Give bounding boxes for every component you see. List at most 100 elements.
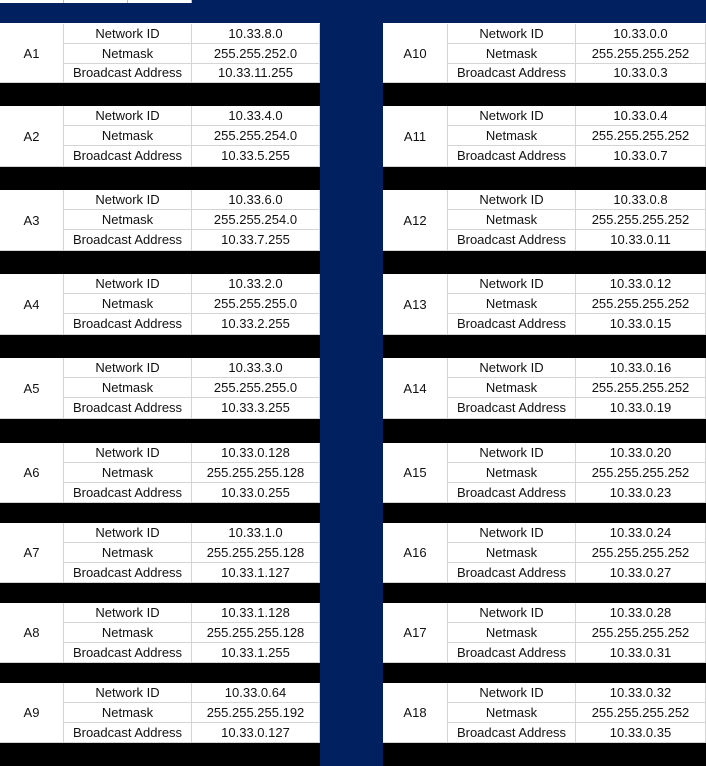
field-value-cell-network[interactable]: 10.33.0.128 (192, 443, 320, 463)
field-label-cell-netmask[interactable]: Netmask (448, 378, 576, 398)
field-value-cell-netmask[interactable]: 255.255.255.0 (192, 294, 320, 314)
field-value-cell-broadcast[interactable]: 10.33.5.255 (192, 146, 320, 167)
field-value-cell-network[interactable]: 10.33.0.20 (576, 443, 706, 463)
field-value-cell-broadcast[interactable]: 10.33.1.127 (192, 563, 320, 583)
field-value-cell-network[interactable]: 10.33.0.12 (576, 274, 706, 294)
field-label-cell-network[interactable]: Network ID (448, 603, 576, 623)
field-label-cell-netmask[interactable]: Netmask (448, 463, 576, 483)
field-value-cell-netmask[interactable]: 255.255.255.252 (576, 210, 706, 230)
subnet-id-cell[interactable]: A16 (383, 523, 448, 583)
field-label-cell-network[interactable]: Network ID (448, 523, 576, 543)
field-value-cell-broadcast[interactable]: 10.33.0.255 (192, 483, 320, 503)
field-value-cell-netmask[interactable]: 255.255.255.252 (576, 378, 706, 398)
subnet-id-cell[interactable]: A13 (383, 274, 448, 335)
field-value-cell-network[interactable]: 10.33.0.8 (576, 190, 706, 210)
field-value-cell-broadcast[interactable]: 10.33.1.255 (192, 643, 320, 663)
field-value-cell-broadcast[interactable]: 10.33.7.255 (192, 230, 320, 251)
field-label-cell-broadcast[interactable]: Broadcast Address (448, 723, 576, 743)
field-label-cell-network[interactable]: Network ID (64, 358, 192, 378)
field-value-cell-netmask[interactable]: 255.255.255.252 (576, 623, 706, 643)
field-label-cell-broadcast[interactable]: Broadcast Address (448, 230, 576, 251)
subnet-id-cell[interactable]: A4 (0, 274, 64, 335)
field-label-cell-broadcast[interactable]: Broadcast Address (64, 483, 192, 503)
field-label-cell-network[interactable]: Network ID (448, 443, 576, 463)
subnet-id-cell[interactable]: A14 (383, 358, 448, 419)
field-label-cell-broadcast[interactable]: Broadcast Address (448, 483, 576, 503)
field-label-cell-network[interactable]: Network ID (448, 190, 576, 210)
subnet-id-cell[interactable]: A9 (0, 683, 64, 743)
field-label-cell-network[interactable]: Network ID (64, 603, 192, 623)
field-label-cell-netmask[interactable]: Netmask (448, 210, 576, 230)
subnet-id-cell[interactable]: A18 (383, 683, 448, 743)
field-value-cell-broadcast[interactable]: 10.33.0.23 (576, 483, 706, 503)
field-label-cell-netmask[interactable]: Netmask (448, 623, 576, 643)
field-label-cell-broadcast[interactable]: Broadcast Address (448, 643, 576, 663)
field-value-cell-broadcast[interactable]: 10.33.2.255 (192, 314, 320, 335)
field-label-cell-network[interactable]: Network ID (64, 443, 192, 463)
field-value-cell-network[interactable]: 10.33.0.16 (576, 358, 706, 378)
field-value-cell-network[interactable]: 10.33.0.0 (576, 24, 706, 44)
field-label-cell-netmask[interactable]: Netmask (64, 126, 192, 146)
field-label-cell-network[interactable]: Network ID (448, 274, 576, 294)
field-value-cell-network[interactable]: 10.33.0.4 (576, 106, 706, 126)
field-value-cell-broadcast[interactable]: 10.33.0.27 (576, 563, 706, 583)
field-label-cell-broadcast[interactable]: Broadcast Address (64, 723, 192, 743)
field-value-cell-network[interactable]: 10.33.3.0 (192, 358, 320, 378)
field-label-cell-network[interactable]: Network ID (64, 274, 192, 294)
field-value-cell-network[interactable]: 10.33.6.0 (192, 190, 320, 210)
field-value-cell-broadcast[interactable]: 10.33.0.31 (576, 643, 706, 663)
field-label-cell-netmask[interactable]: Netmask (448, 543, 576, 563)
field-value-cell-netmask[interactable]: 255.255.255.252 (576, 294, 706, 314)
field-value-cell-broadcast[interactable]: 10.33.3.255 (192, 398, 320, 419)
field-value-cell-network[interactable]: 10.33.0.24 (576, 523, 706, 543)
subnet-id-cell[interactable]: A12 (383, 190, 448, 251)
subnet-id-cell[interactable]: A8 (0, 603, 64, 663)
field-label-cell-broadcast[interactable]: Broadcast Address (448, 398, 576, 419)
subnet-id-cell[interactable]: A3 (0, 190, 64, 251)
field-label-cell-netmask[interactable]: Netmask (64, 294, 192, 314)
field-value-cell-network[interactable]: 10.33.0.64 (192, 683, 320, 703)
field-label-cell-broadcast[interactable]: Broadcast Address (64, 146, 192, 167)
subnet-id-cell[interactable]: A7 (0, 523, 64, 583)
field-label-cell-broadcast[interactable]: Broadcast Address (448, 314, 576, 335)
subnet-id-cell[interactable]: A15 (383, 443, 448, 503)
subnet-id-cell[interactable]: A1 (0, 24, 64, 83)
field-value-cell-netmask[interactable]: 255.255.255.128 (192, 543, 320, 563)
field-label-cell-netmask[interactable]: Netmask (64, 378, 192, 398)
field-value-cell-broadcast[interactable]: 10.33.0.127 (192, 723, 320, 743)
field-value-cell-netmask[interactable]: 255.255.255.252 (576, 126, 706, 146)
field-value-cell-network[interactable]: 10.33.8.0 (192, 24, 320, 44)
field-label-cell-network[interactable]: Network ID (64, 523, 192, 543)
subnet-id-cell[interactable]: A10 (383, 24, 448, 83)
field-label-cell-broadcast[interactable]: Broadcast Address (448, 64, 576, 83)
field-value-cell-broadcast[interactable]: 10.33.0.11 (576, 230, 706, 251)
subnet-id-cell[interactable]: A6 (0, 443, 64, 503)
subnet-id-cell[interactable]: A2 (0, 106, 64, 167)
field-label-cell-network[interactable]: Network ID (64, 683, 192, 703)
field-value-cell-network[interactable]: 10.33.4.0 (192, 106, 320, 126)
field-label-cell-network[interactable]: Network ID (448, 358, 576, 378)
field-value-cell-netmask[interactable]: 255.255.255.252 (576, 44, 706, 64)
field-value-cell-netmask[interactable]: 255.255.255.192 (192, 703, 320, 723)
field-label-cell-network[interactable]: Network ID (64, 24, 192, 44)
field-label-cell-netmask[interactable]: Netmask (64, 463, 192, 483)
field-label-cell-broadcast[interactable]: Broadcast Address (64, 314, 192, 335)
subnet-id-cell[interactable]: A17 (383, 603, 448, 663)
field-label-cell-network[interactable]: Network ID (448, 24, 576, 44)
field-value-cell-broadcast[interactable]: 10.33.0.3 (576, 64, 706, 83)
field-value-cell-network[interactable]: 10.33.1.128 (192, 603, 320, 623)
field-label-cell-broadcast[interactable]: Broadcast Address (448, 563, 576, 583)
field-label-cell-broadcast[interactable]: Broadcast Address (448, 146, 576, 167)
field-label-cell-netmask[interactable]: Netmask (64, 703, 192, 723)
field-label-cell-broadcast[interactable]: Broadcast Address (64, 643, 192, 663)
field-label-cell-netmask[interactable]: Netmask (448, 294, 576, 314)
field-label-cell-broadcast[interactable]: Broadcast Address (64, 563, 192, 583)
field-label-cell-broadcast[interactable]: Broadcast Address (64, 64, 192, 83)
field-value-cell-broadcast[interactable]: 10.33.0.15 (576, 314, 706, 335)
field-value-cell-netmask[interactable]: 255.255.255.0 (192, 378, 320, 398)
field-value-cell-netmask[interactable]: 255.255.254.0 (192, 210, 320, 230)
field-value-cell-broadcast[interactable]: 10.33.0.35 (576, 723, 706, 743)
field-label-cell-network[interactable]: Network ID (448, 683, 576, 703)
field-label-cell-netmask[interactable]: Netmask (64, 44, 192, 64)
field-label-cell-netmask[interactable]: Netmask (448, 703, 576, 723)
